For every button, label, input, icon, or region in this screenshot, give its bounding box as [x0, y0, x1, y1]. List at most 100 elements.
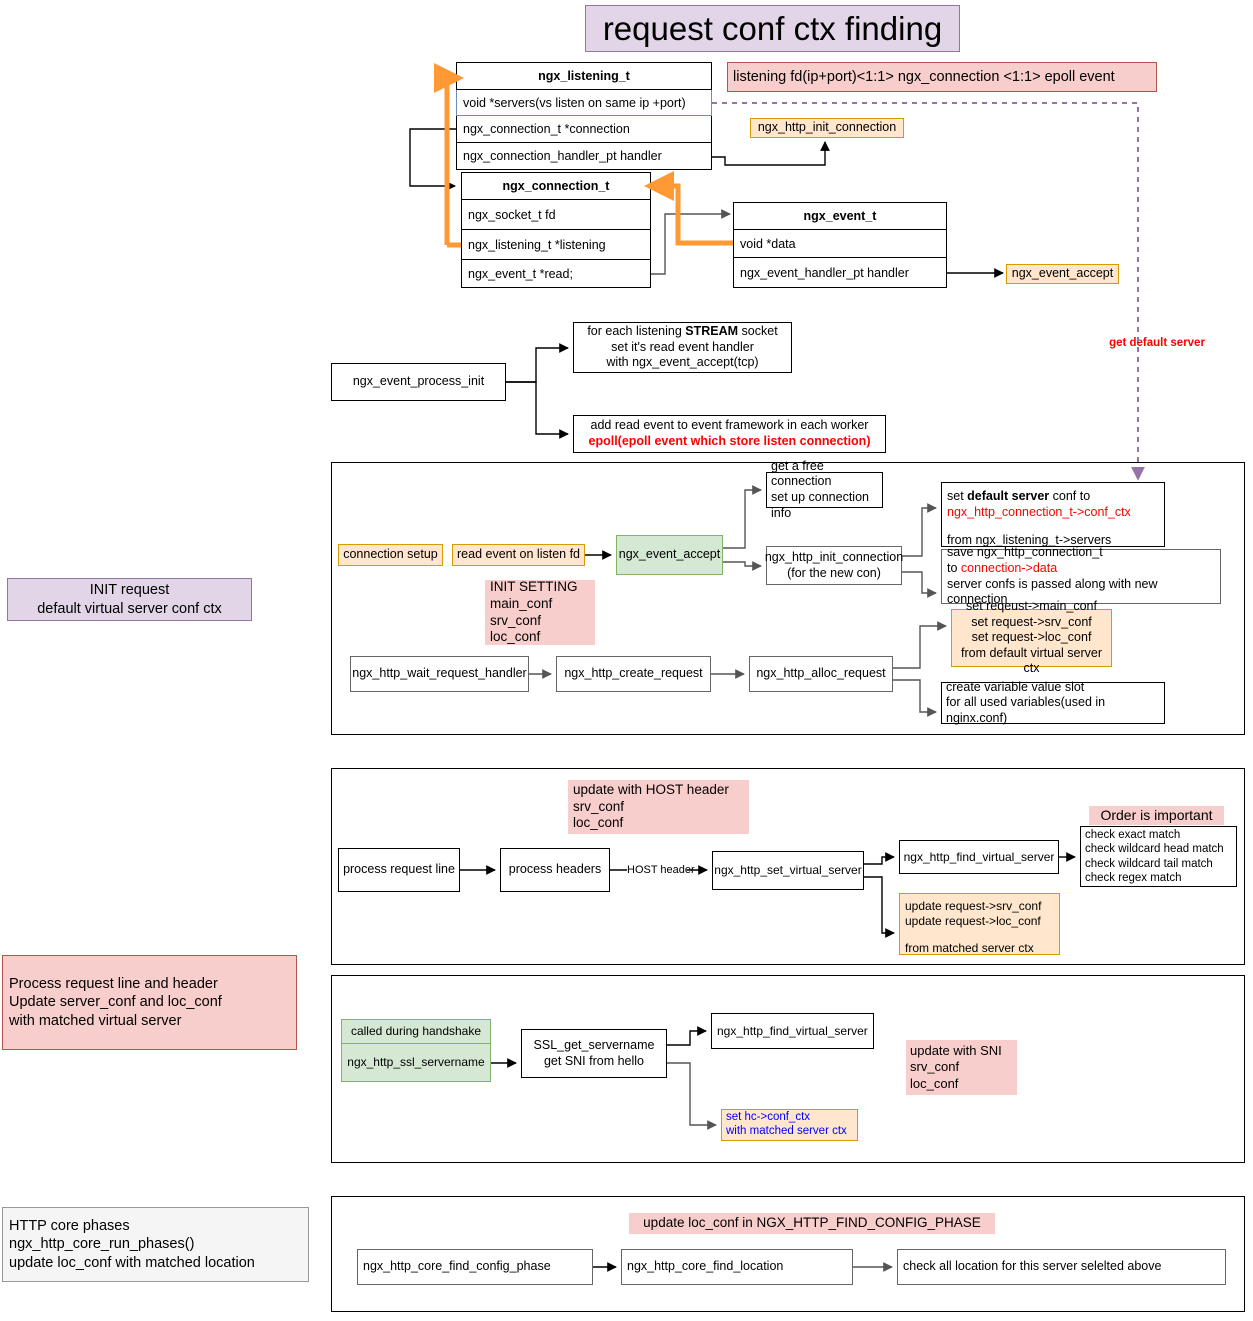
node-ngx-http-find-virtual-server-http: ngx_http_find_virtual_server [899, 840, 1059, 874]
note-text: called during handshake [350, 1024, 482, 1038]
note-line-1: set reqeust->main_conf [966, 598, 1097, 613]
node-label: ngx_http_create_request [564, 666, 703, 681]
note-update-with-sni: update with SNI srv_conf loc_conf [906, 1040, 1017, 1095]
note-update-srv-loc-conf: update request->srv_conf update request-… [899, 893, 1060, 955]
struct-field-event-handler: ngx_event_handler_pt handler [733, 258, 947, 288]
struct-field-read: ngx_event_t *read; [461, 260, 651, 288]
label-text: get default server [1109, 337, 1205, 349]
field-text: ngx_socket_t fd [468, 207, 556, 222]
field-text: void *data [740, 236, 796, 251]
node-label: ngx_event_accept [1011, 266, 1114, 281]
note-line-2: set it's read event handler [611, 339, 754, 354]
note-line-1: add read event to event framework in eac… [590, 418, 869, 433]
note-line-1: set hc->conf_ctx [726, 1111, 811, 1123]
note-line-2: set request->srv_conf [971, 614, 1092, 629]
struct-name: ngx_listening_t [538, 69, 630, 83]
node-label: ngx_http_core_find_config_phase [363, 1259, 551, 1274]
node-read-event-on-listen-fd: read event on listen fd [452, 544, 585, 566]
node-ngx-http-set-virtual-server: ngx_http_set_virtual_server [712, 851, 864, 890]
side-label-core-phases: HTTP core phases ngx_http_core_run_phase… [2, 1207, 309, 1282]
node-label: check all location for this server selel… [903, 1259, 1162, 1274]
node-ssl-get-servername: SSL_get_servername get SNI from hello [521, 1029, 667, 1078]
field-text: ngx_event_t *read; [468, 266, 573, 281]
node-label: process request line [343, 862, 455, 877]
struct-field-handler: ngx_connection_handler_pt handler [456, 143, 712, 170]
struct-name: ngx_connection_t [502, 179, 610, 193]
struct-ngx-connection-header: ngx_connection_t [461, 172, 651, 200]
note-line-2: epoll(epoll event which store listen con… [588, 434, 871, 448]
note-line-1: save ngx_http_connection_t [947, 545, 1103, 560]
note-update-loc-conf-phase: update loc_conf in NGX_HTTP_FIND_CONFIG_… [629, 1213, 995, 1234]
struct-field-servers: void *servers(vs listen on same ip +port… [456, 90, 712, 116]
note-line-1: get a free connection [771, 458, 832, 489]
node-label: ngx_http_set_virtual_server [714, 863, 862, 877]
listening-relation-banner: listening fd(ip+port)<1:1> ngx_connectio… [727, 62, 1157, 92]
note-line-2: ngx_http_connection_t->conf_ctx [947, 504, 1131, 519]
node-process-request-line: process request line [338, 848, 460, 892]
node-ngx-event-accept: ngx_event_accept [616, 535, 723, 575]
node-ngx-http-create-request: ngx_http_create_request [556, 656, 711, 692]
note-line-1: update request->srv_conf [905, 899, 1042, 913]
edge-label-host-header: HOST header [627, 864, 695, 878]
node-label: ngx_http_ssl_servername [347, 1055, 485, 1069]
node-label: ngx_http_init_connection [757, 120, 897, 135]
field-text: void *servers(vs listen on same ip +port… [463, 95, 686, 110]
note-line-1: create variable value slot [946, 679, 1085, 694]
struct-ngx-listening-header: ngx_listening_t [456, 62, 712, 90]
node-label: ngx_http_core_find_location [627, 1259, 784, 1274]
banner-text: listening fd(ip+port)<1:1> ngx_connectio… [733, 68, 1115, 85]
page-title-text: request conf ctx finding [602, 9, 943, 47]
struct-field-listening: ngx_listening_t *listening [461, 230, 651, 260]
node-ngx-event-process-init: ngx_event_process_init [331, 363, 506, 401]
node-label: ngx_http_find_virtual_server [717, 1023, 868, 1038]
node-ngx-http-wait-request-handler: ngx_http_wait_request_handler [350, 656, 529, 692]
note-line-2: set up connection info [771, 490, 869, 520]
node-label: ngx_event_accept [618, 547, 721, 562]
side-label-init-request: INIT request default virtual server conf… [7, 578, 252, 621]
node-label: ngx_http_wait_request_handler [352, 666, 527, 681]
node-sublabel: get SNI from hello [543, 1053, 645, 1068]
struct-name: ngx_event_t [803, 209, 877, 223]
node-label: ngx_http_init_connection [764, 549, 904, 564]
note-init-setting: INIT SETTING main_conf srv_conf loc_conf [485, 579, 595, 645]
note-line-2: update request->loc_conf [905, 914, 1041, 928]
note-line-2: for all used variables(used in nginx.con… [946, 695, 1106, 725]
note-add-read-event: add read event to event framework in eac… [573, 415, 886, 453]
node-label: process headers [508, 862, 602, 877]
struct-field-data: void *data [733, 230, 947, 258]
note-save-http-connection: save ngx_http_connection_t to connection… [941, 545, 1221, 606]
note-line-4: from default virtual server ctx [960, 645, 1103, 676]
check-item: check exact match [1085, 828, 1181, 841]
page-title: request conf ctx finding [585, 5, 960, 52]
note-line-2: with matched server ctx [726, 1125, 847, 1138]
node-connection-setup: connection setup [338, 544, 443, 566]
node-ngx-http-find-virtual-server-ssl: ngx_http_find_virtual_server [711, 1013, 874, 1049]
note-text: update with SNI srv_conf loc_conf [910, 1043, 1002, 1091]
node-ngx-http-alloc-request: ngx_http_alloc_request [749, 656, 893, 692]
note-create-variable-slot: create variable value slot for all used … [941, 679, 1165, 725]
node-ngx-http-init-connection: ngx_http_init_connection (for the new co… [764, 546, 904, 585]
struct-ngx-event-header: ngx_event_t [733, 202, 947, 230]
note-line-1: for each listening STREAM socket [587, 324, 778, 339]
node-label: ngx_http_find_virtual_server [903, 849, 1055, 864]
note-text: update loc_conf in NGX_HTTP_FIND_CONFIG_… [643, 1215, 981, 1231]
note-update-host-header: update with HOST header srv_conf loc_con… [568, 780, 749, 834]
label-text: HTTP core phases ngx_http_core_run_phase… [9, 1218, 255, 1271]
node-process-headers: process headers [500, 848, 610, 892]
label-text: HOST header [627, 864, 695, 876]
field-text: ngx_connection_handler_pt handler [463, 149, 662, 163]
node-ngx-event-accept-top: ngx_event_accept [1006, 264, 1119, 284]
node-check-all-location: check all location for this server selel… [897, 1249, 1226, 1285]
node-label: connection setup [343, 547, 438, 562]
note-set-default-server-conf: set default server conf to ngx_http_conn… [941, 482, 1165, 547]
note-set-request-confs: set reqeust->main_conf set request->srv_… [951, 599, 1112, 675]
field-text: ngx_listening_t *listening [468, 237, 606, 252]
field-text: ngx_connection_t *connection [463, 122, 630, 136]
get-default-server-label: get default server [1087, 336, 1227, 350]
note-order-is-important: Order is important [1089, 806, 1224, 825]
check-item: check regex match [1085, 871, 1182, 884]
node-ngx-http-core-find-location: ngx_http_core_find_location [621, 1249, 853, 1285]
node-ngx-http-core-find-config-phase: ngx_http_core_find_config_phase [357, 1249, 593, 1285]
node-label: SSL_get_servername [533, 1037, 655, 1052]
note-line-2: to connection->data [947, 560, 1058, 575]
